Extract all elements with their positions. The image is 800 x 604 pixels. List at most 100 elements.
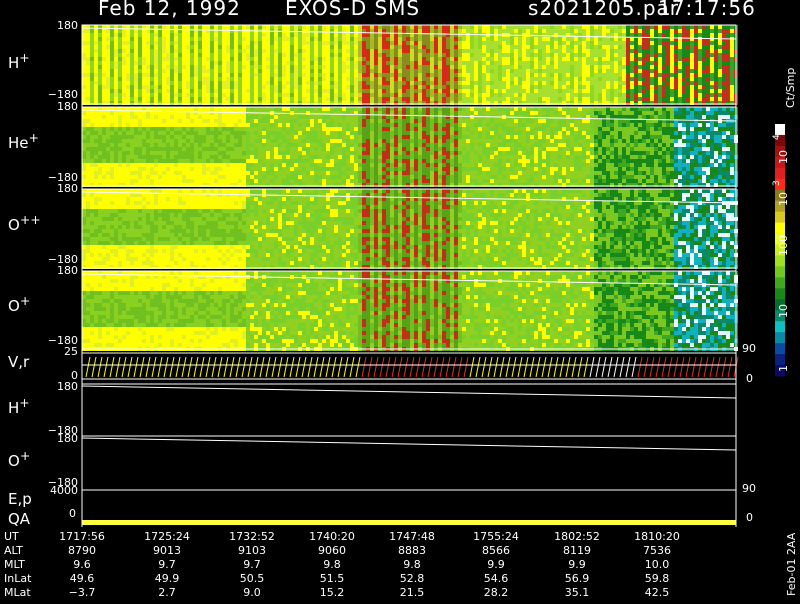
heatmap-cell — [86, 53, 90, 57]
heatmap-cell — [214, 115, 218, 119]
heatmap-cell — [450, 29, 454, 33]
heatmap-cell — [82, 45, 86, 49]
heatmap-cell — [634, 29, 638, 33]
heatmap-cell — [114, 45, 118, 49]
heatmap-cell — [562, 93, 566, 97]
heatmap-cell — [322, 107, 326, 111]
heatmap-cell — [102, 135, 106, 139]
heatmap-cell — [338, 175, 342, 179]
heatmap-cell — [550, 93, 554, 97]
heatmap-cell — [394, 81, 398, 85]
heatmap-cell — [354, 81, 358, 85]
heatmap-cell — [242, 107, 246, 111]
heatmap-cell — [226, 81, 230, 85]
heatmap-cell — [438, 81, 442, 85]
heatmap-cell — [142, 143, 146, 147]
heatmap-cell — [154, 89, 158, 93]
heatmap-cell — [214, 37, 218, 41]
heatmap-cell — [646, 73, 650, 77]
heatmap-cell — [610, 29, 614, 33]
heatmap-cell — [94, 89, 98, 93]
heatmap-cell — [154, 175, 158, 179]
heatmap-cell — [386, 81, 390, 85]
heatmap-cell — [374, 65, 378, 69]
heatmap-cell — [346, 123, 350, 127]
heatmap-cell — [210, 107, 214, 111]
heatmap-cell — [346, 147, 350, 151]
heatmap-cell — [298, 89, 302, 93]
heatmap-cell — [442, 61, 446, 65]
heatmap-cell — [362, 25, 366, 29]
heatmap-cell — [194, 33, 198, 37]
heatmap-cell — [410, 155, 414, 159]
heatmap-cell — [382, 41, 386, 45]
heatmap-cell — [518, 89, 522, 93]
heatmap-cell — [94, 143, 98, 147]
heatmap-cell — [634, 65, 638, 69]
heatmap-cell — [246, 65, 250, 69]
heatmap-cell — [698, 77, 702, 81]
heatmap-cell — [378, 37, 382, 41]
heatmap-cell — [306, 53, 310, 57]
heatmap-cell — [138, 179, 142, 183]
heatmap-cell — [218, 69, 222, 73]
heatmap-cell — [414, 155, 418, 159]
heatmap-cell — [238, 127, 242, 131]
heatmap-cell — [706, 57, 710, 61]
heatmap-cell — [678, 81, 682, 85]
heatmap-cell — [226, 69, 230, 73]
heatmap-cell — [202, 57, 206, 61]
heatmap-cell — [510, 73, 514, 77]
heatmap-cell — [278, 61, 282, 65]
heatmap-cell — [302, 57, 306, 61]
heatmap-cell — [118, 171, 122, 175]
heatmap-cell — [578, 81, 582, 85]
heatmap-cell — [558, 49, 562, 53]
heatmap-cell — [166, 25, 170, 29]
heatmap-cell — [334, 163, 338, 167]
heatmap-cell — [222, 33, 226, 37]
heatmap-cell — [294, 69, 298, 73]
heatmap-cell — [458, 61, 462, 65]
heatmap-cell — [250, 115, 254, 119]
heatmap-cell — [486, 97, 490, 101]
heatmap-cell — [130, 119, 134, 123]
heatmap-cell — [322, 175, 326, 179]
heatmap-cell — [86, 77, 90, 81]
heatmap-cell — [142, 73, 146, 77]
heatmap-cell — [326, 49, 330, 53]
heatmap-cell — [470, 73, 474, 77]
heatmap-cell — [542, 93, 546, 97]
heatmap-cell — [254, 167, 258, 171]
heatmap-cell — [102, 179, 106, 183]
heatmap-cell — [234, 41, 238, 45]
heatmap-cell — [118, 175, 122, 179]
heatmap-cell — [206, 119, 210, 123]
heatmap-cell — [566, 61, 570, 65]
heatmap-cell — [82, 131, 86, 135]
heatmap-cell — [630, 53, 634, 57]
heatmap-cell — [698, 81, 702, 85]
heatmap-cell — [138, 77, 142, 81]
heatmap-cell — [414, 179, 418, 183]
heatmap-cell — [654, 73, 658, 77]
heatmap-cell — [650, 93, 654, 97]
heatmap-cell — [226, 115, 230, 119]
heatmap-cell — [590, 77, 594, 81]
heatmap-cell — [478, 49, 482, 53]
heatmap-cell — [674, 93, 678, 97]
heatmap-cell — [470, 89, 474, 93]
heatmap-cell — [114, 147, 118, 151]
heatmap-cell — [662, 89, 666, 93]
heatmap-cell — [666, 69, 670, 73]
heatmap-cell — [554, 69, 558, 73]
heatmap-cell — [354, 65, 358, 69]
heatmap-cell — [478, 45, 482, 49]
heatmap-cell — [566, 49, 570, 53]
heatmap-cell — [654, 29, 658, 33]
heatmap-cell — [530, 85, 534, 89]
heatmap-cell — [226, 135, 230, 139]
heatmap-cell — [178, 131, 182, 135]
heatmap-cell — [178, 25, 182, 29]
heatmap-cell — [590, 61, 594, 65]
